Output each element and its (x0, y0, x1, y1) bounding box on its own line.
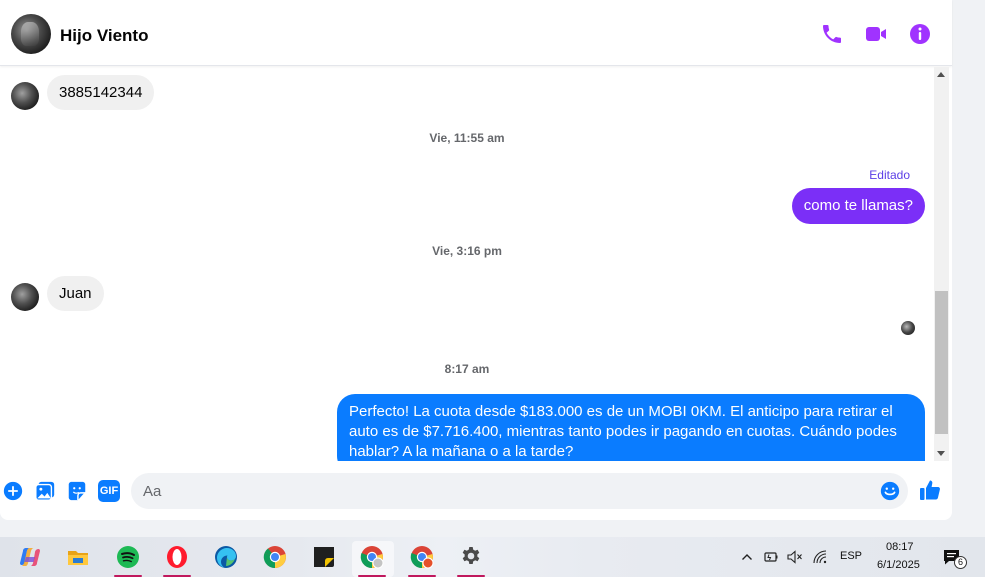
clock-date[interactable]: 6/1/2025 (877, 559, 920, 571)
scrollbar[interactable] (934, 67, 949, 461)
settings-icon (462, 547, 480, 564)
windows-taskbar: ESP 08:17 6/1/2025 6 (0, 537, 985, 577)
opera-app[interactable] (157, 541, 197, 577)
copilot-icon (20, 548, 40, 566)
scroll-down-arrow-icon[interactable] (937, 451, 945, 456)
incoming-message[interactable]: 3885142344 (47, 75, 155, 110)
incoming-message[interactable]: Juan (47, 276, 104, 311)
outgoing-message[interactable]: como te llamas? (791, 188, 925, 224)
message-input[interactable] (131, 473, 908, 509)
chat-header: Hijo Viento (0, 0, 952, 66)
sticker-icon[interactable] (66, 480, 88, 502)
spotify-app[interactable] (108, 541, 148, 577)
spotify-icon (117, 546, 139, 568)
timestamp: 8:17 am (444, 362, 490, 376)
message-list: 3885142344 Vie, 11:55 am Editado como te… (0, 67, 934, 461)
chrome-app[interactable] (255, 541, 295, 577)
seen-indicator-avatar (901, 321, 915, 335)
contact-avatar-small (11, 82, 39, 110)
edge-icon (215, 546, 237, 568)
chevron-up-icon[interactable] (741, 551, 753, 563)
notification-badge: 6 (954, 556, 967, 569)
image-icon[interactable] (34, 480, 56, 502)
emoji-icon[interactable] (879, 480, 901, 502)
chat-window: Hijo Viento 3885142344 Vie, 11:55 am Edi… (0, 0, 952, 520)
file-explorer-icon (68, 551, 88, 565)
sticky-notes-icon (314, 547, 334, 567)
sticky-notes-app[interactable] (304, 541, 344, 577)
video-call-icon[interactable] (864, 22, 888, 46)
chrome-profile-2-icon (410, 546, 434, 569)
wifi-icon[interactable] (813, 550, 827, 564)
gif-icon[interactable]: GIF (98, 480, 120, 502)
chrome-profile-app[interactable] (352, 541, 394, 577)
outgoing-message[interactable]: Perfecto! La cuota desde $183.000 es de … (337, 394, 925, 461)
timestamp: Vie, 11:55 am (429, 131, 505, 145)
scroll-thumb[interactable] (935, 291, 948, 434)
chrome-icon (263, 546, 286, 569)
input-language[interactable]: ESP (840, 550, 862, 562)
chrome-profile-2-app[interactable] (402, 541, 442, 577)
file-explorer-app[interactable] (58, 541, 98, 577)
contact-name[interactable]: Hijo Viento (60, 26, 148, 46)
settings-app[interactable] (451, 541, 491, 577)
clock-time[interactable]: 08:17 (886, 541, 914, 553)
phone-icon[interactable] (820, 22, 844, 46)
add-icon[interactable] (2, 480, 24, 502)
copilot-app[interactable] (10, 541, 50, 577)
scroll-up-arrow-icon[interactable] (937, 72, 945, 77)
volume-muted-icon[interactable] (787, 550, 803, 564)
contact-avatar-small (11, 283, 39, 311)
timestamp: Vie, 3:16 pm (432, 244, 502, 258)
like-icon[interactable] (918, 478, 942, 502)
edited-label[interactable]: Editado (869, 168, 910, 182)
chrome-profile-icon (360, 546, 384, 569)
edge-app[interactable] (206, 541, 246, 577)
message-composer: GIF (0, 466, 952, 516)
opera-icon (167, 546, 187, 568)
contact-avatar[interactable] (11, 14, 51, 54)
battery-icon[interactable] (764, 551, 778, 563)
info-icon[interactable] (908, 22, 932, 46)
